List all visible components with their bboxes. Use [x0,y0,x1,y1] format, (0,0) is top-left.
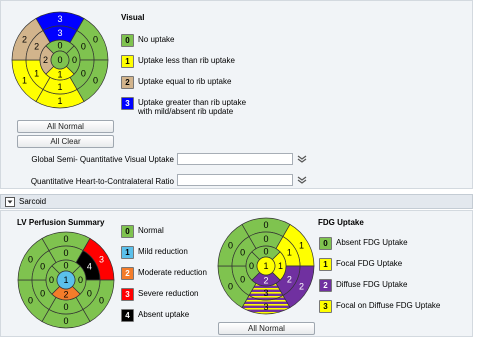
fdg-legend-swatch: 2 [319,279,332,292]
lv-legend-label: Normal [138,226,164,235]
fdg-legend-label: Diffuse FDG Uptake [336,280,408,289]
lv-apex-score: 1 [63,275,68,285]
fdg-legend-swatch: 0 [319,237,332,250]
lv-segment-score: 0 [63,302,68,312]
visual-legend-swatch: 0 [121,34,134,47]
visual-legend-label: No uptake [138,35,175,44]
visual-legend-swatch: 2 [121,76,134,89]
visual-segment-score: 1 [57,96,62,106]
global-uptake-dropdown-icon[interactable] [297,155,307,164]
fdg-legend-label: Focal FDG Uptake [336,259,403,268]
lv-segment-score: 0 [63,248,68,258]
visual-bullseye[interactable]: 300112300112 0012 0 [10,10,110,110]
lv-legend-label: Moderate reduction [138,268,207,277]
lv-segment-score: 0 [28,296,33,306]
fdg-segment-score: 3 [263,288,268,298]
visual-segment-score: 0 [93,35,98,45]
hcl-ratio-input[interactable] [177,174,293,186]
fdg-segment-score: 1 [278,261,283,271]
sarcoid-all-normal-button[interactable]: All Normal [218,322,315,335]
fdg-apex-score: 1 [263,261,268,271]
visual-segment-score: 3 [57,28,62,38]
lv-segment-score: 0 [63,316,68,326]
all-clear-button[interactable]: All Clear [17,135,114,148]
visual-legend-label: Uptake equal to rib uptake [138,77,232,86]
lv-segment-score: 0 [28,255,33,265]
visual-legend-swatch: 1 [121,55,134,68]
visual-segment-score: 0 [93,76,98,86]
visual-title: Visual [121,13,145,22]
fdg-uptake-title: FDG Uptake [318,218,364,227]
visual-segment-score: 0 [57,41,62,51]
fdg-segment-score: 0 [228,241,233,251]
fdg-segment-score: 1 [299,241,304,251]
lv-legend-swatch: 4 [121,309,134,322]
global-uptake-label: Global Semi- Quantitative Visual Uptake [31,155,174,164]
visual-segment-score: 1 [57,70,62,80]
fdg-segment-score: 2 [263,276,268,286]
fdg-legend-swatch: 1 [319,258,332,271]
visual-segment-score: 0 [81,69,86,79]
fdg-segment-score: 0 [240,275,245,285]
visual-apex-score: 0 [57,55,62,65]
lv-segment-score: 0 [63,234,68,244]
fdg-legend-swatch: 3 [319,300,332,313]
fdg-segment-score: 0 [263,234,268,244]
collapse-toggle-icon[interactable] [5,197,15,207]
sarcoid-header[interactable]: Sarcoid [0,194,473,209]
lv-segment-score: 4 [87,262,92,272]
lv-legend-swatch: 3 [121,288,134,301]
lv-segment-score: 0 [78,275,83,285]
lv-segment-score: 3 [99,255,104,265]
fdg-segment-score: 0 [249,261,254,271]
lv-segment-score: 0 [63,261,68,271]
visual-segment-score: 3 [57,14,62,24]
lv-legend-swatch: 0 [121,225,134,238]
fdg-segment-score: 0 [263,247,268,257]
lv-segment-score: 0 [40,262,45,272]
all-normal-button[interactable]: All Normal [17,120,114,133]
lv-segment-score: 0 [49,275,54,285]
visual-segment-score: 0 [72,55,77,65]
visual-segment-score: 1 [22,76,27,86]
fdg-segment-score: 0 [240,248,245,258]
lv-legend-label: Absent uptake [138,310,190,319]
visual-segment-score: 1 [57,82,62,92]
lv-legend-swatch: 2 [121,267,134,280]
fdg-segment-score: 0 [263,220,268,230]
fdg-segment-score: 2 [299,282,304,292]
visual-segment-score: 2 [43,55,48,65]
lv-segment-score: 0 [87,289,92,299]
visual-legend-swatch: 3 [121,97,134,110]
fdg-segment-score: 1 [287,248,292,258]
fdg-bullseye[interactable]: 012300012300 0120 1 [216,216,316,316]
lv-perfusion-title: LV Perfusion Summary [17,218,105,227]
lv-legend-label: Severe reduction [138,289,199,298]
visual-legend-label: Uptake less than rib uptake [138,56,235,65]
fdg-segment-score: 0 [228,282,233,292]
fdg-legend-label: Absent FDG Uptake [336,238,408,247]
fdg-segment-score: 2 [287,275,292,285]
visual-segment-score: 1 [34,69,39,79]
visual-segment-score: 2 [22,35,27,45]
lv-segment-score: 0 [40,289,45,299]
visual-segment-score: 0 [81,42,86,52]
fdg-segment-score: 3 [263,302,268,312]
hcl-ratio-label: Quantitative Heart-to-Contralateral Rati… [30,177,174,186]
visual-segment-score: 2 [34,42,39,52]
global-uptake-input[interactable] [177,153,293,165]
hcl-ratio-dropdown-icon[interactable] [297,176,307,185]
lv-perfusion-bullseye[interactable]: 030000040000 0020 1 [16,230,116,330]
lv-segment-score: 2 [63,290,68,300]
fdg-legend-label: Focal on Diffuse FDG Uptake [336,301,441,310]
lv-segment-score: 0 [99,296,104,306]
lv-legend-label: Mild reduction [138,247,188,256]
lv-legend-swatch: 1 [121,246,134,259]
visual-legend-label-line2: with mild/absent rib update [138,107,234,116]
sarcoid-header-label: Sarcoid [19,197,47,206]
